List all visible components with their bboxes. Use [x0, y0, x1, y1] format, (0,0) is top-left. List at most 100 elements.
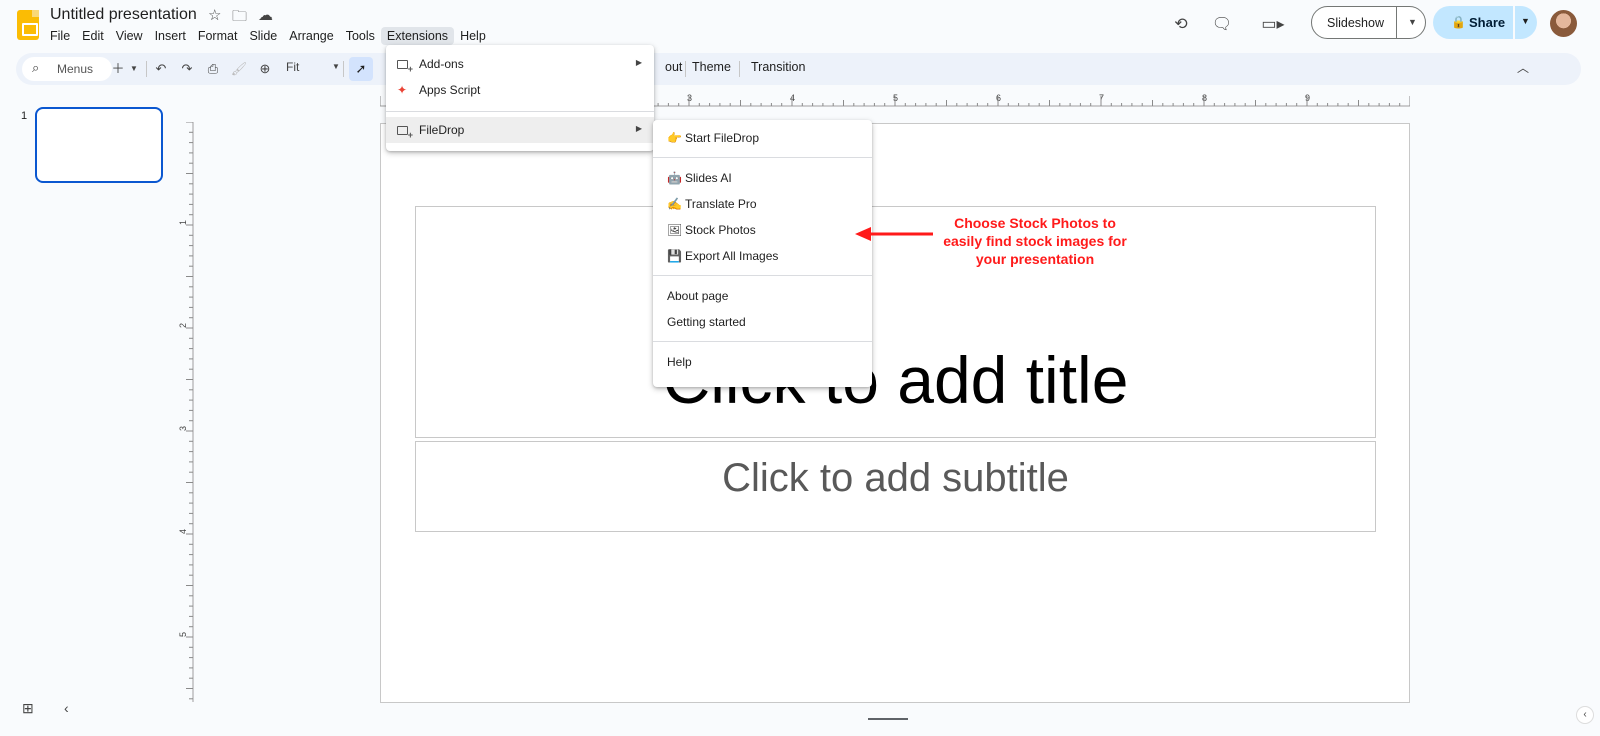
menu-item-help[interactable]: Help: [653, 349, 872, 375]
share-label: Share: [1469, 15, 1506, 30]
comments-icon[interactable]: 🗨: [1209, 11, 1235, 37]
toolbar: ⌕ Menus ＋ ▼ ↶ ↷ ⎙ 🖌 ⊕ Fit ▼ ➚ out Theme …: [16, 53, 1581, 85]
menu-item-slides-ai[interactable]: 🤖 Slides AI: [653, 165, 872, 191]
annotation-line: easily find stock images for: [943, 233, 1127, 249]
title-placeholder-text: Click to add title: [662, 343, 1129, 417]
menu-item-label: Stock Photos: [685, 223, 756, 237]
divider: [653, 157, 872, 158]
menu-item-getting-started[interactable]: Getting started: [653, 309, 872, 335]
menu-item-about[interactable]: About page: [653, 283, 872, 309]
speaker-notes-handle[interactable]: [868, 718, 908, 720]
menu-view[interactable]: View: [110, 27, 149, 45]
undo-icon[interactable]: ↶: [151, 59, 171, 79]
chevron-down-icon[interactable]: ▼: [332, 62, 340, 71]
menu-bar: File Edit View Insert Format Slide Arran…: [44, 27, 492, 45]
menu-file[interactable]: File: [44, 27, 76, 45]
floppy-disk-icon: 💾: [667, 249, 682, 263]
meet-icon[interactable]: ▭▸: [1255, 11, 1291, 37]
transition-button[interactable]: Transition: [751, 60, 805, 74]
menu-arrange[interactable]: Arrange: [283, 27, 339, 45]
annotation-line: your presentation: [975, 251, 1095, 267]
menu-extensions[interactable]: Extensions: [380, 27, 455, 45]
menu-item-export-images[interactable]: 💾 Export All Images: [653, 243, 872, 269]
star-icon[interactable]: ☆: [208, 6, 221, 24]
divider: [1396, 7, 1397, 38]
slideshow-label: Slideshow: [1327, 16, 1384, 30]
divider: [1513, 6, 1515, 39]
cloud-status-icon[interactable]: ☁: [258, 6, 273, 24]
ruler-label: 4: [790, 93, 795, 103]
menu-item-addons[interactable]: Add-ons ▶: [386, 51, 654, 77]
search-placeholder: Menus: [57, 62, 94, 76]
menu-item-apps-script[interactable]: ✦ Apps Script: [386, 77, 654, 103]
slide-number: 1: [21, 110, 28, 122]
menu-edit[interactable]: Edit: [76, 27, 110, 45]
menu-item-filedrop[interactable]: FileDrop ▶: [386, 117, 654, 143]
chevron-down-icon[interactable]: ▼: [1521, 16, 1530, 26]
app-header: Untitled presentation ☆ 🗀 ☁ File Edit Vi…: [0, 0, 1600, 50]
vertical-ruler[interactable]: 1 2 3 4 5: [178, 122, 194, 702]
menu-item-stock-photos[interactable]: 🖼 Stock Photos: [653, 217, 872, 243]
collapse-filmstrip-icon[interactable]: ‹: [64, 700, 69, 716]
slide-thumbnail[interactable]: [35, 107, 163, 183]
menu-slide[interactable]: Slide: [243, 27, 283, 45]
ruler-label: 7: [1099, 93, 1104, 103]
select-tool-icon[interactable]: ➚: [349, 57, 373, 81]
menu-insert[interactable]: Insert: [149, 27, 192, 45]
theme-button[interactable]: Theme: [692, 60, 731, 74]
document-title[interactable]: Untitled presentation: [50, 6, 197, 24]
side-panel-toggle-icon[interactable]: ‹: [1576, 706, 1594, 724]
pointing-hand-icon: 👉: [667, 131, 682, 145]
print-icon[interactable]: ⎙: [203, 59, 223, 79]
subtitle-placeholder-text: Click to add subtitle: [722, 456, 1069, 500]
menu-item-label: Start FileDrop: [685, 131, 760, 145]
share-button[interactable]: 🔒 Share ▼: [1433, 6, 1537, 39]
apps-script-icon: ✦: [397, 83, 408, 97]
layout-button[interactable]: out: [665, 60, 682, 74]
extensions-menu: Add-ons ▶ ✦ Apps Script FileDrop ▶: [386, 45, 654, 151]
menu-help[interactable]: Help: [454, 27, 492, 45]
slides-logo-icon[interactable]: [17, 10, 39, 40]
redo-icon[interactable]: ↷: [177, 59, 197, 79]
slideshow-button[interactable]: Slideshow ▼: [1311, 6, 1426, 39]
divider: [653, 275, 872, 276]
zoom-icon[interactable]: ⊕: [255, 59, 275, 79]
ruler-label: 4: [178, 529, 188, 534]
robot-icon: 🤖: [667, 171, 682, 185]
ruler-label: 3: [687, 93, 692, 103]
version-history-icon[interactable]: ⟲: [1168, 11, 1194, 37]
divider: [146, 61, 147, 77]
menu-item-start-filedrop[interactable]: 👉 Start FileDrop: [653, 125, 872, 151]
ruler-label: 1: [178, 220, 188, 225]
writing-hand-icon: ✍: [667, 197, 682, 211]
menu-item-translate-pro[interactable]: ✍ Translate Pro: [653, 191, 872, 217]
zoom-select[interactable]: Fit: [286, 60, 299, 74]
subtitle-placeholder[interactable]: Click to add subtitle: [415, 441, 1376, 532]
menu-search-input[interactable]: ⌕ Menus: [22, 57, 112, 81]
submenu-arrow-icon: ▶: [635, 124, 642, 133]
ruler-label: 3: [178, 426, 188, 431]
menu-tools[interactable]: Tools: [340, 27, 381, 45]
search-icon: ⌕: [32, 60, 40, 75]
ruler-label: 6: [996, 93, 1001, 103]
addon-icon: [397, 57, 413, 74]
annotation-line: Choose Stock Photos to: [954, 215, 1116, 231]
menu-item-label: Help: [667, 355, 692, 369]
divider: [685, 61, 686, 77]
grid-view-icon[interactable]: ⊞: [22, 700, 34, 717]
chevron-down-icon[interactable]: ▼: [1408, 17, 1417, 27]
chevron-down-icon[interactable]: ▼: [124, 59, 144, 79]
addon-icon: [397, 123, 413, 140]
menu-item-label: Translate Pro: [685, 197, 757, 211]
framed-picture-icon: 🖼: [667, 223, 683, 237]
avatar[interactable]: [1550, 10, 1577, 37]
menu-format[interactable]: Format: [192, 27, 244, 45]
annotation-arrow-icon: [855, 227, 933, 241]
ruler-label: 5: [178, 632, 188, 637]
menu-item-label: About page: [667, 289, 729, 303]
divider: [343, 61, 344, 77]
menu-item-label: Export All Images: [685, 249, 779, 263]
collapse-toolbar-icon[interactable]: ︿: [1517, 59, 1529, 76]
filedrop-submenu: 👉 Start FileDrop 🤖 Slides AI ✍ Translate…: [653, 120, 872, 387]
paint-format-icon[interactable]: 🖌: [229, 59, 249, 79]
